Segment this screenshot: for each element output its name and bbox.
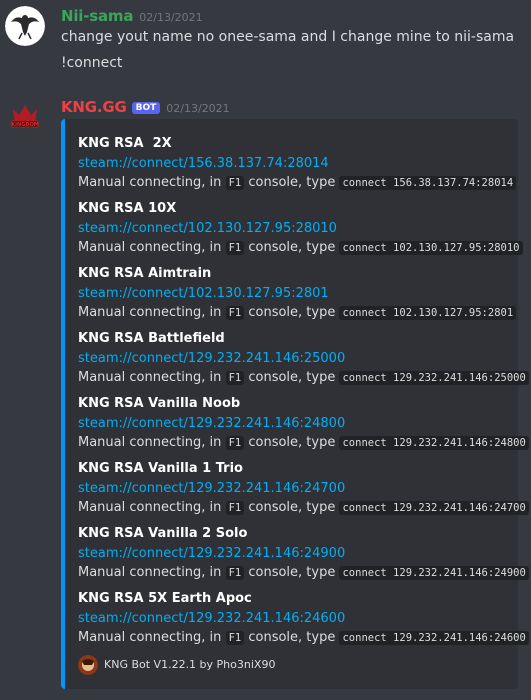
key-code: F1 <box>225 436 245 450</box>
message-header: KNG.GG BOT 02/13/2021 <box>61 97 230 117</box>
key-code: F1 <box>225 176 245 190</box>
server-connect-link[interactable]: steam://connect/129.232.241.146:25000 <box>78 349 529 368</box>
server-entry: KNG RSA Vanilla 2 Solo steam://connect/12… <box>78 524 529 583</box>
manual-mid: console, type <box>248 500 336 515</box>
username[interactable]: Nii-sama <box>61 7 133 25</box>
server-title: KNG RSA Vanilla Noob <box>78 396 241 411</box>
server-title: KNG RSA 5X Earth Apoc <box>78 591 252 606</box>
manual-prefix: Manual connecting, in <box>78 240 222 255</box>
timestamp: 02/13/2021 <box>139 11 203 24</box>
server-entry: KNG RSA 5X Earth Apoc steam://connect/129… <box>78 589 529 648</box>
manual-prefix: Manual connecting, in <box>78 175 222 190</box>
server-connect-link[interactable]: steam://connect/129.232.241.146:24700 <box>78 479 529 498</box>
connect-command-code: connect 129.232.241.146:25000 <box>339 371 529 385</box>
key-code: F1 <box>225 631 245 645</box>
eagle-avatar-icon <box>5 6 45 46</box>
manual-prefix: Manual connecting, in <box>78 435 222 450</box>
manual-prefix: Manual connecting, in <box>78 565 222 580</box>
manual-prefix: Manual connecting, in <box>78 500 222 515</box>
manual-mid: console, type <box>248 370 336 385</box>
server-entry: KNG RSA Vanilla 1 Trio steam://connect/12… <box>78 459 529 518</box>
bot-badge: BOT <box>131 102 161 114</box>
server-title: KNG RSA Vanilla 1 Trio <box>78 461 243 476</box>
key-code: F1 <box>225 501 245 515</box>
manual-mid: console, type <box>248 240 336 255</box>
server-connect-link[interactable]: steam://connect/102.130.127.95:28010 <box>78 219 523 238</box>
connect-command-code: connect 129.232.241.146:24600 <box>339 631 529 645</box>
server-title: KNG RSA Aimtrain <box>78 266 212 281</box>
server-entry: KNG RSA 2X steam://connect/156.38.137.74:… <box>78 134 517 193</box>
manual-connect-text: Manual connecting, in F1 console, type c… <box>78 628 529 648</box>
key-code: F1 <box>225 566 245 580</box>
manual-connect-text: Manual connecting, in F1 console, type c… <box>78 563 529 583</box>
server-title: KNG RSA 2X <box>78 136 172 151</box>
manual-mid: console, type <box>248 305 336 320</box>
manual-connect-text: Manual connecting, in F1 console, type c… <box>78 238 523 258</box>
kingdom-logo-icon: KINGDOM <box>5 97 45 137</box>
key-code: F1 <box>225 371 245 385</box>
manual-connect-text: Manual connecting, in F1 console, type c… <box>78 368 529 388</box>
manual-prefix: Manual connecting, in <box>78 305 222 320</box>
manual-connect-text: Manual connecting, in F1 console, type c… <box>78 173 517 193</box>
avatar[interactable]: KINGDOM <box>5 97 45 137</box>
server-connect-link[interactable]: steam://connect/129.232.241.146:24900 <box>78 544 529 563</box>
server-connect-link[interactable]: steam://connect/102.130.127.95:2801 <box>78 284 516 303</box>
server-connect-link[interactable]: steam://connect/129.232.241.146:24800 <box>78 414 529 433</box>
server-connect-link[interactable]: steam://connect/156.38.137.74:28014 <box>78 154 516 173</box>
manual-mid: console, type <box>248 435 336 450</box>
connect-command-code: connect 129.232.241.146:24800 <box>339 436 529 450</box>
connect-command-code: connect 156.38.137.74:28014 <box>339 176 517 190</box>
server-entry: KNG RSA 10X steam://connect/102.130.127.9… <box>78 199 523 258</box>
manual-prefix: Manual connecting, in <box>78 370 222 385</box>
server-entry: KNG RSA Battlefield steam://connect/129.2… <box>78 329 529 388</box>
footer-avatar-icon <box>78 654 98 675</box>
username[interactable]: KNG.GG <box>61 98 127 116</box>
manual-mid: console, type <box>248 175 336 190</box>
message-text: change yout name no onee-sama and I chan… <box>61 29 515 45</box>
connect-command-code: connect 129.232.241.146:24700 <box>339 501 529 515</box>
key-code: F1 <box>225 241 245 255</box>
svg-text:KINGDOM: KINGDOM <box>11 122 38 128</box>
manual-mid: console, type <box>248 565 336 580</box>
server-title: KNG RSA 10X <box>78 201 177 216</box>
connect-command-code: connect 102.130.127.95:28010 <box>339 241 523 255</box>
manual-mid: console, type <box>248 630 336 645</box>
manual-connect-text: Manual connecting, in F1 console, type c… <box>78 498 529 518</box>
manual-connect-text: Manual connecting, in F1 console, type c… <box>78 433 529 453</box>
key-code: F1 <box>225 306 245 320</box>
server-title: KNG RSA Vanilla 2 Solo <box>78 526 248 541</box>
manual-prefix: Manual connecting, in <box>78 630 222 645</box>
message-text: !connect <box>61 55 123 71</box>
message-header: Nii-sama 02/13/2021 <box>61 6 203 26</box>
footer-text: KNG Bot V1.22.1 by Pho3niX90 <box>104 658 276 671</box>
server-entry: KNG RSA Vanilla Noob steam://connect/129.… <box>78 394 529 453</box>
connect-command-code: connect 102.130.127.95:2801 <box>339 306 517 320</box>
server-entry: KNG RSA Aimtrain steam://connect/102.130.… <box>78 264 517 323</box>
server-connect-link[interactable]: steam://connect/129.232.241.146:24600 <box>78 609 529 628</box>
connect-command-code: connect 129.232.241.146:24900 <box>339 566 529 580</box>
manual-connect-text: Manual connecting, in F1 console, type c… <box>78 303 517 323</box>
embed-footer: KNG Bot V1.22.1 by Pho3niX90 <box>78 654 276 675</box>
server-title: KNG RSA Battlefield <box>78 331 225 346</box>
embed: KNG RSA 2X steam://connect/156.38.137.74:… <box>61 119 529 689</box>
avatar[interactable] <box>5 6 45 46</box>
timestamp: 02/13/2021 <box>166 102 230 115</box>
